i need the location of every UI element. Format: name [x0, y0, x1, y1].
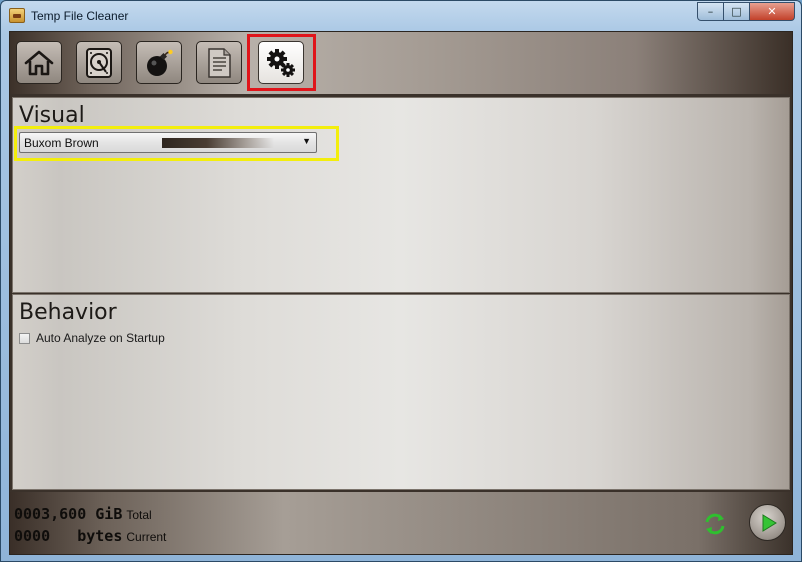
minimize-button[interactable]: –	[697, 2, 724, 21]
refresh-icon	[705, 513, 725, 535]
drives-button[interactable]	[76, 41, 122, 84]
current-size-label: Current	[126, 530, 167, 544]
home-icon	[24, 50, 54, 75]
app-window: Temp File Cleaner – □ ✕ Visual Buxom Bro…	[0, 0, 802, 562]
settings-highlight-box	[247, 34, 316, 91]
maximize-button[interactable]: □	[724, 2, 750, 21]
app-icon	[9, 8, 25, 23]
auto-analyze-checkbox[interactable]	[19, 332, 30, 344]
close-button[interactable]: ✕	[750, 2, 795, 21]
auto-analyze-option[interactable]: Auto Analyze on Startup	[19, 331, 165, 345]
play-icon	[762, 513, 777, 532]
document-icon	[208, 47, 231, 78]
visual-panel: Visual Buxom Brown ▼	[12, 97, 790, 293]
visual-heading: Visual	[19, 103, 85, 128]
window-controls: – □ ✕	[697, 2, 795, 21]
auto-analyze-label[interactable]: Auto Analyze on Startup	[36, 331, 165, 345]
current-size-value: 0000 bytes	[14, 527, 123, 545]
total-size-value: 0003,600 GiB	[14, 505, 123, 523]
clean-button[interactable]	[136, 41, 182, 84]
title-bar[interactable]: Temp File Cleaner – □ ✕	[1, 1, 801, 31]
client-area: Visual Buxom Brown ▼ Behavior Auto Analy…	[9, 31, 793, 555]
status-bar: 0003,600 GiB Total 0000 bytes Current	[10, 492, 792, 554]
toolbar	[10, 32, 792, 94]
behavior-heading: Behavior	[19, 300, 117, 325]
total-size-label: Total	[126, 508, 152, 522]
total-size-readout: 0003,600 GiB Total	[14, 505, 152, 523]
home-button[interactable]	[16, 41, 62, 84]
hard-drive-icon	[86, 47, 112, 78]
window-title: Temp File Cleaner	[31, 9, 129, 23]
bomb-icon	[147, 49, 173, 76]
behavior-panel: Behavior Auto Analyze on Startup	[12, 294, 790, 490]
log-button[interactable]	[196, 41, 242, 84]
current-size-readout: 0000 bytes Current	[14, 527, 166, 545]
start-button[interactable]	[749, 504, 786, 541]
refresh-button[interactable]	[700, 509, 730, 539]
theme-select-highlight-box	[14, 126, 339, 161]
